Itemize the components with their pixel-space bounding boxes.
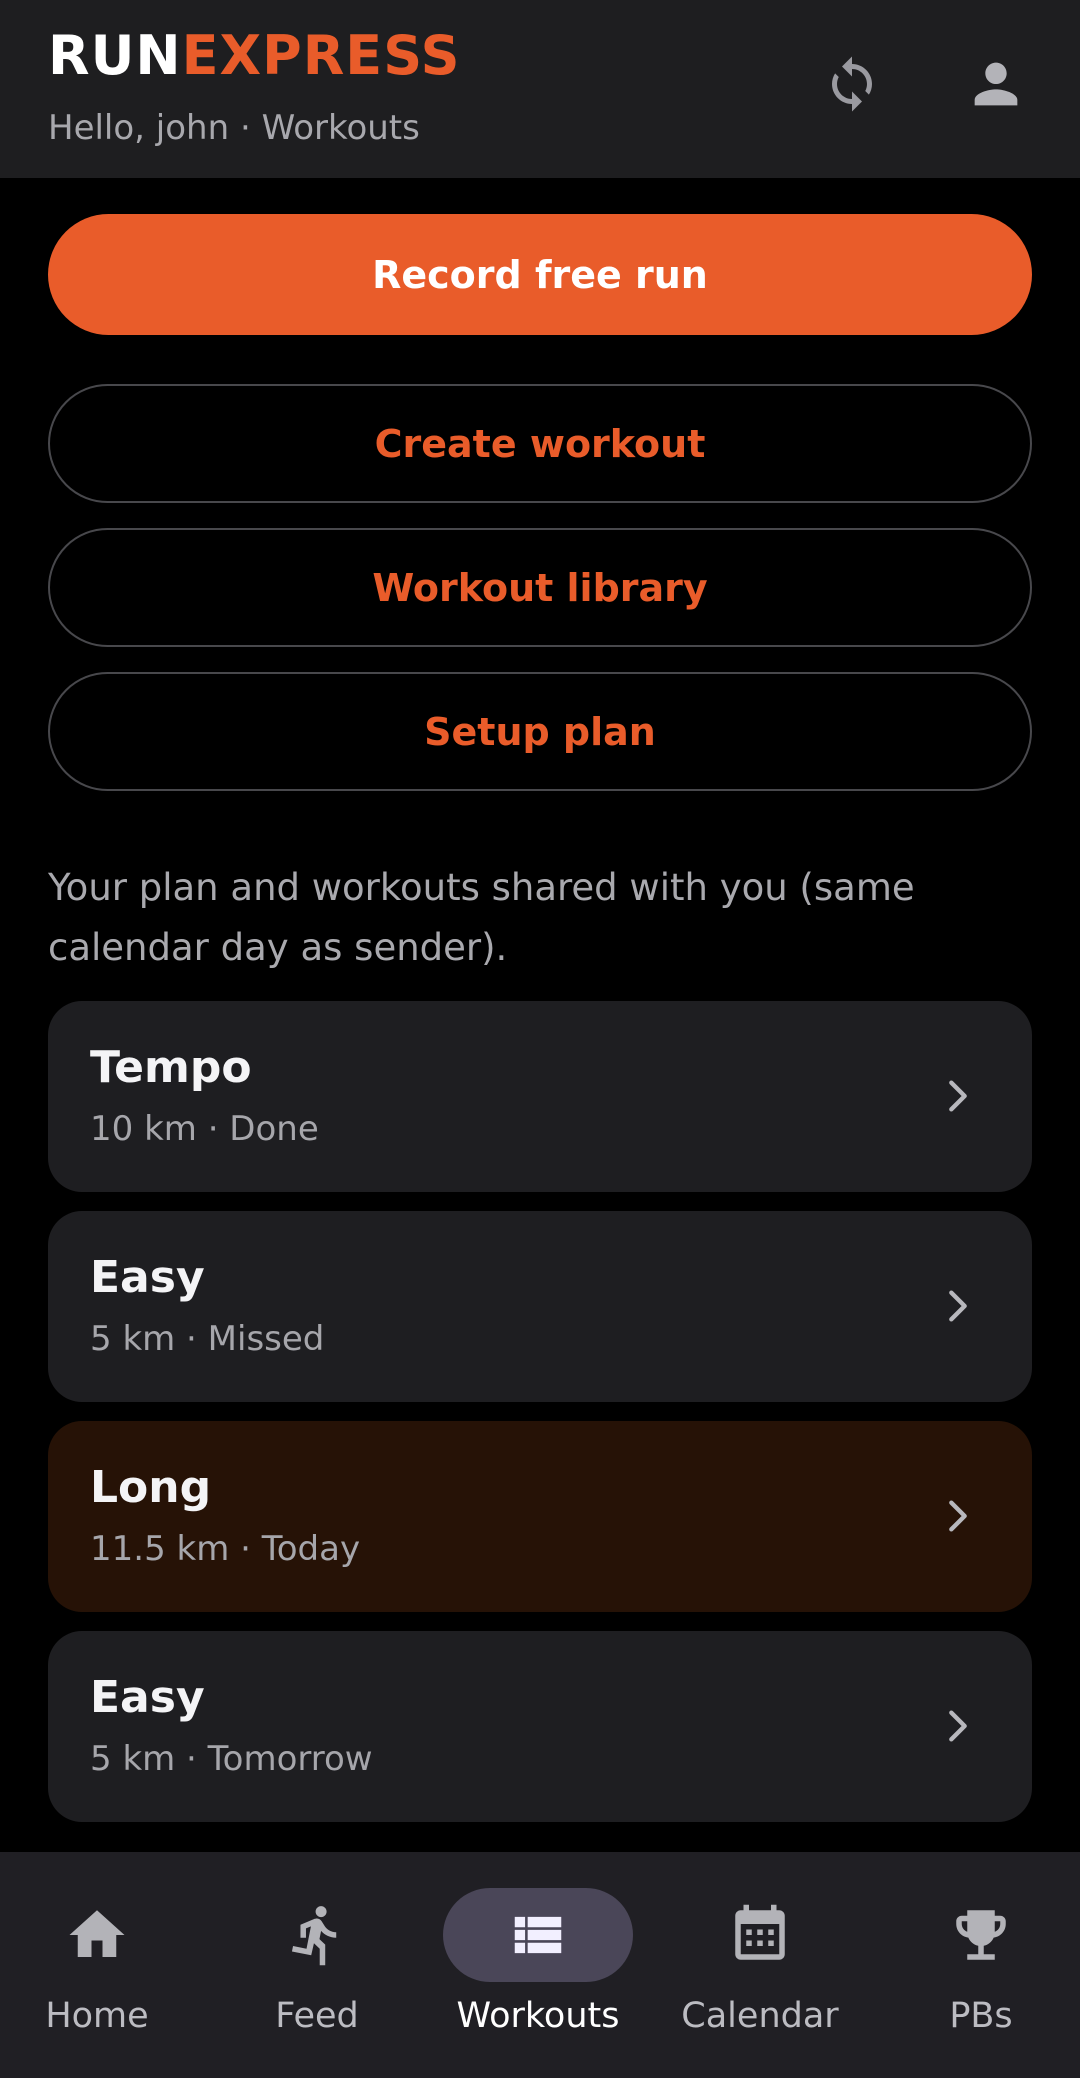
bottom-navigation: Home Feed Workouts Calendar PBs: [0, 1852, 1080, 2078]
shared-plan-info: Your plan and workouts shared with you (…: [48, 866, 915, 969]
workout-details: 10 km · Done: [90, 1109, 319, 1149]
active-indicator: [443, 1888, 633, 1982]
nav-item-pbs[interactable]: PBs: [886, 1852, 1076, 2078]
chevron-right-icon: [949, 1500, 967, 1532]
greeting-subtitle: Hello, john · Workouts: [48, 108, 420, 148]
chevron-right-icon: [949, 1080, 967, 1112]
sync-icon: [832, 56, 872, 112]
workout-title: Easy: [90, 1252, 205, 1303]
account-button[interactable]: [956, 44, 1036, 124]
workout-card[interactable]: Easy 5 km · Missed: [48, 1211, 1032, 1402]
workout-details: 5 km · Missed: [90, 1319, 325, 1359]
chevron-right-icon: [949, 1290, 967, 1322]
record-free-run-button[interactable]: Record free run: [48, 214, 1032, 335]
workout-title: Tempo: [90, 1042, 252, 1093]
home-icon: [69, 1910, 125, 1957]
workout-card-today[interactable]: Long 11.5 km · Today: [48, 1421, 1032, 1612]
sync-button[interactable]: [812, 44, 892, 124]
nav-label: Workouts: [456, 1996, 620, 2036]
nav-label: Home: [45, 1996, 149, 2036]
nav-item-calendar[interactable]: Calendar: [665, 1852, 855, 2078]
create-workout-button[interactable]: Create workout: [48, 384, 1032, 503]
workout-title: Easy: [90, 1672, 205, 1723]
workout-library-button[interactable]: Workout library: [48, 528, 1032, 647]
workout-details: 5 km · Tomorrow: [90, 1739, 373, 1779]
workout-card[interactable]: Easy 5 km · Tomorrow: [48, 1631, 1032, 1822]
account-icon: [974, 62, 1018, 106]
workout-title: Long: [90, 1462, 212, 1513]
running-icon: [291, 1906, 337, 1966]
chevron-right-icon: [949, 1710, 967, 1742]
nav-label: Calendar: [681, 1996, 839, 2036]
brand-express: EXPRESS: [181, 24, 461, 87]
nav-item-workouts[interactable]: Workouts: [443, 1852, 633, 2078]
list-icon: [514, 1916, 562, 1954]
app-header: RUNEXPRESS Hello, john · Workouts: [0, 0, 1080, 178]
workout-details: 11.5 km · Today: [90, 1529, 361, 1569]
nav-label: PBs: [949, 1996, 1013, 2036]
setup-plan-button[interactable]: Setup plan: [48, 672, 1032, 791]
trophy-icon: [956, 1910, 1006, 1960]
brand-run: RUN: [48, 24, 182, 87]
nav-item-home[interactable]: Home: [2, 1852, 192, 2078]
workout-card[interactable]: Tempo 10 km · Done: [48, 1001, 1032, 1192]
nav-label: Feed: [275, 1996, 359, 2036]
nav-item-feed[interactable]: Feed: [222, 1852, 412, 2078]
app-logo: RUNEXPRESS: [48, 24, 461, 88]
calendar-icon: [735, 1904, 785, 1960]
